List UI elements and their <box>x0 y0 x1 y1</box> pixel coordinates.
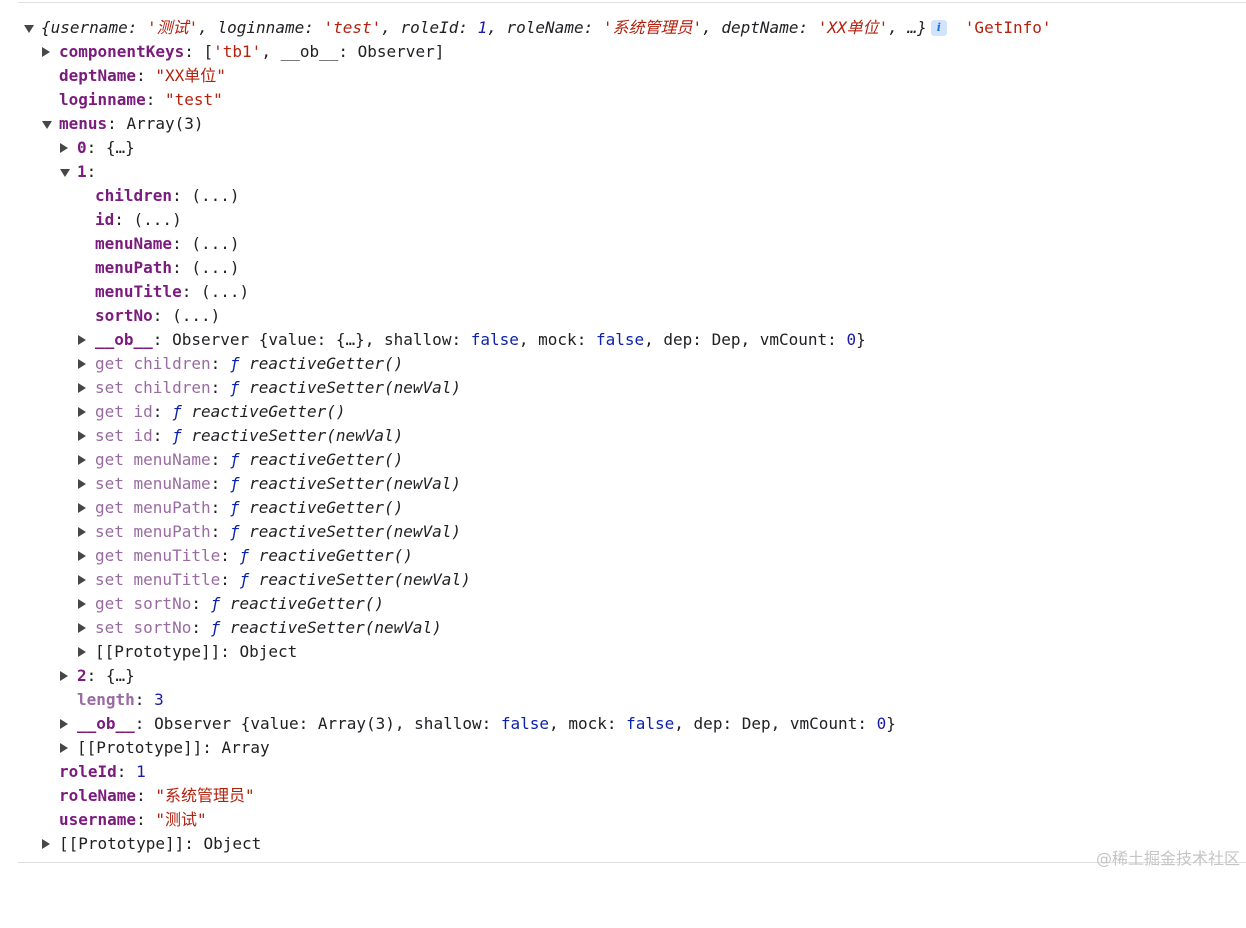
observer-row[interactable]: __ob__: Observer {value: Array(3), shall… <box>0 712 1246 736</box>
accessor-row[interactable]: set children: ƒ reactiveSetter(newVal) <box>0 376 1246 400</box>
collapse-arrow-icon[interactable] <box>60 719 68 729</box>
collapse-arrow-icon[interactable] <box>60 143 68 153</box>
prop-row-roleId: roleId: 1 <box>59 762 146 781</box>
lazy-prop-row[interactable]: id: (...) <box>0 208 1246 232</box>
collapse-arrow-icon[interactable] <box>78 431 86 441</box>
prototype-row[interactable]: [[Prototype]]: Object <box>0 832 1246 856</box>
root-object-row[interactable]: {username: '测试', loginname: 'test', role… <box>0 16 1246 40</box>
menus-item-2-row[interactable]: 2: {…} <box>0 664 1246 688</box>
expand-arrow-icon[interactable] <box>42 121 52 129</box>
collapse-arrow-icon[interactable] <box>60 671 68 681</box>
accessor-row[interactable]: set menuTitle: ƒ reactiveSetter(newVal) <box>0 568 1246 592</box>
accessor-row[interactable]: set menuPath: ƒ reactiveSetter(newVal) <box>0 520 1246 544</box>
accessor-row[interactable]: set id: ƒ reactiveSetter(newVal) <box>0 424 1246 448</box>
prop-row-menus[interactable]: menus: Array(3) <box>0 112 1246 136</box>
info-icon[interactable]: i <box>930 20 947 36</box>
lazy-prop-row[interactable]: children: (...) <box>0 184 1246 208</box>
menus-item-0-row[interactable]: 0: {…} <box>0 136 1246 160</box>
lazy-prop-row[interactable]: sortNo: (...) <box>0 304 1246 328</box>
collapse-arrow-icon[interactable] <box>78 359 86 369</box>
prototype-row[interactable]: [[Prototype]]: Object <box>0 640 1246 664</box>
lazy-prop-row[interactable]: menuPath: (...) <box>0 256 1246 280</box>
collapse-arrow-icon[interactable] <box>78 623 86 633</box>
prop-row-roleName: roleName: "系统管理员" <box>59 786 255 805</box>
accessor-row[interactable]: get children: ƒ reactiveGetter() <box>0 352 1246 376</box>
prop-row-componentKeys[interactable]: componentKeys: ['tb1', __ob__: Observer] <box>0 40 1246 64</box>
accessor-row[interactable]: get menuName: ƒ reactiveGetter() <box>0 448 1246 472</box>
collapse-arrow-icon[interactable] <box>78 407 86 417</box>
expand-arrow-icon[interactable] <box>60 169 70 177</box>
object-inspector-tree: {username: '测试', loginname: 'test', role… <box>0 16 1246 856</box>
collapse-arrow-icon[interactable] <box>78 527 86 537</box>
accessor-row[interactable]: get menuTitle: ƒ reactiveGetter() <box>0 544 1246 568</box>
accessor-row[interactable]: get id: ƒ reactiveGetter() <box>0 400 1246 424</box>
menus-item-1-row[interactable]: 1: <box>0 160 1246 184</box>
watermark: @稀土掘金技术社区 <box>1095 849 1240 868</box>
collapse-arrow-icon[interactable] <box>78 479 86 489</box>
prototype-row[interactable]: [[Prototype]]: Array <box>0 736 1246 760</box>
collapse-arrow-icon[interactable] <box>78 551 86 561</box>
collapse-arrow-icon[interactable] <box>78 575 86 585</box>
collapse-arrow-icon[interactable] <box>78 335 86 345</box>
collapse-arrow-icon[interactable] <box>78 647 86 657</box>
collapse-arrow-icon[interactable] <box>42 839 50 849</box>
collapse-arrow-icon[interactable] <box>78 599 86 609</box>
prop-row-loginname: loginname: "test" <box>59 90 223 109</box>
prop-row-username: username: "测试" <box>59 810 207 829</box>
accessor-row[interactable]: get sortNo: ƒ reactiveGetter() <box>0 592 1246 616</box>
log-source-label: 'GetInfo' <box>964 18 1052 37</box>
collapse-arrow-icon[interactable] <box>78 503 86 513</box>
lazy-prop-row[interactable]: menuTitle: (...) <box>0 280 1246 304</box>
collapse-arrow-icon[interactable] <box>42 47 50 57</box>
lazy-prop-row[interactable]: menuName: (...) <box>0 232 1246 256</box>
observer-row[interactable]: __ob__: Observer {value: {…}, shallow: f… <box>0 328 1246 352</box>
console-top-divider <box>18 2 1246 3</box>
console-bottom-divider <box>18 862 1246 863</box>
accessor-row[interactable]: set menuName: ƒ reactiveSetter(newVal) <box>0 472 1246 496</box>
accessor-row[interactable]: set sortNo: ƒ reactiveSetter(newVal) <box>0 616 1246 640</box>
expand-arrow-icon[interactable] <box>24 25 34 33</box>
prop-row-length: length: 3 <box>77 690 164 709</box>
collapse-arrow-icon[interactable] <box>78 455 86 465</box>
collapse-arrow-icon[interactable] <box>78 383 86 393</box>
collapse-arrow-icon[interactable] <box>60 743 68 753</box>
prop-row-deptName: deptName: "XX单位" <box>59 66 226 85</box>
accessor-row[interactable]: get menuPath: ƒ reactiveGetter() <box>0 496 1246 520</box>
